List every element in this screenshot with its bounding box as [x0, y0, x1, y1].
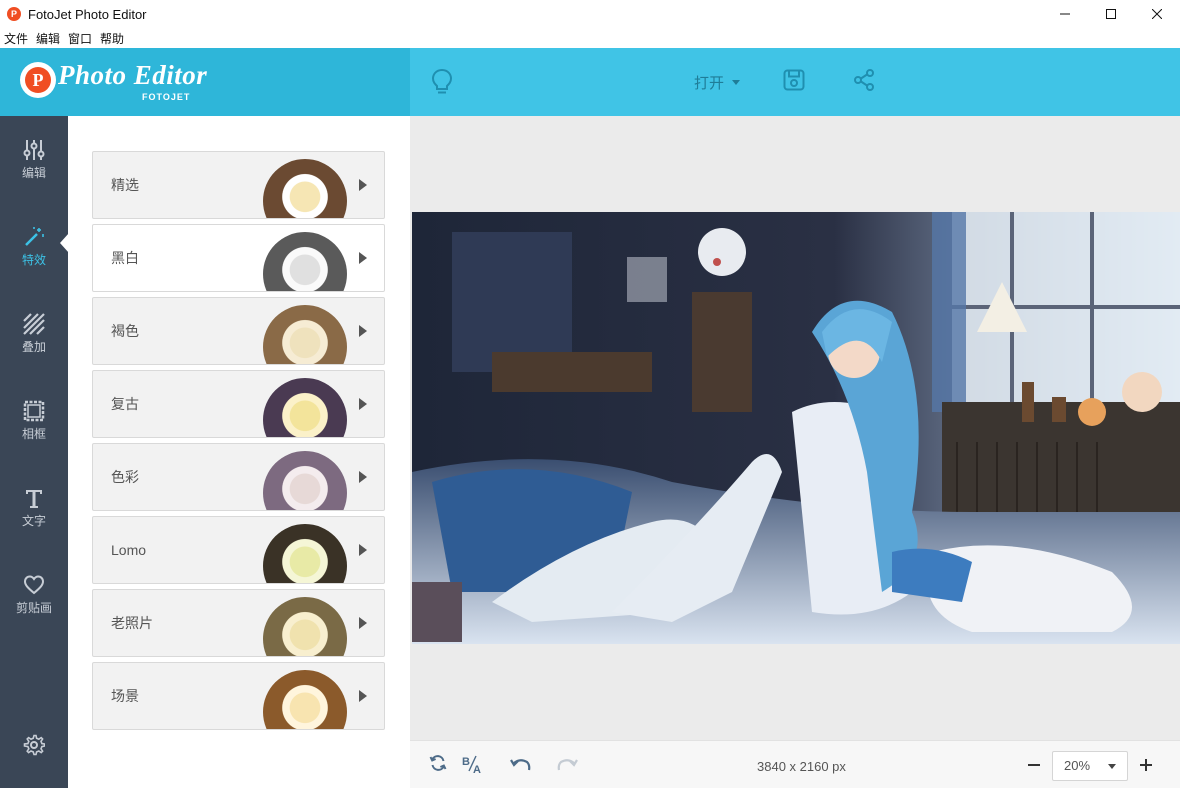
nav-label: 特效 — [21, 253, 46, 267]
logo-subtext: FOTOJET — [142, 92, 191, 102]
open-button[interactable]: 打开 — [694, 72, 741, 93]
filter-item[interactable]: 黑白 — [92, 224, 385, 292]
filter-label: 黑白 — [111, 250, 139, 266]
chevron-right-icon — [359, 471, 367, 483]
chevron-right-icon — [359, 690, 367, 702]
title-bar: P FotoJet Photo Editor — [0, 0, 1180, 28]
compare-before-after-icon[interactable]: BA — [462, 753, 484, 775]
minus-icon — [1028, 764, 1040, 766]
nav-label: 文字 — [21, 514, 46, 528]
sliders-icon — [23, 140, 45, 160]
filter-label: 复古 — [111, 396, 139, 412]
magic-wand-icon — [25, 227, 44, 246]
filter-thumbnail — [263, 305, 347, 364]
overlay-stripes-icon — [23, 313, 45, 335]
share-icon[interactable] — [852, 68, 876, 92]
filter-thumbnail — [263, 524, 347, 583]
app-icon: P — [7, 7, 21, 21]
text-icon — [26, 490, 42, 508]
nav-item-clipart[interactable]: 剪贴画 — [0, 565, 68, 625]
svg-text:A: A — [473, 764, 481, 774]
left-nav: 编辑 特效 叠加 相框 文字 剪贴画 — [0, 116, 69, 788]
minimize-button[interactable] — [1042, 0, 1088, 28]
photo-preview[interactable] — [412, 212, 1180, 644]
filter-thumbnail — [263, 670, 347, 729]
window-title: FotoJet Photo Editor — [28, 6, 147, 22]
undo-icon[interactable] — [508, 753, 532, 775]
chevron-down-icon — [1108, 764, 1116, 769]
plus-icon — [1140, 759, 1152, 771]
zoom-out-button[interactable] — [1026, 757, 1042, 773]
filter-label: 老照片 — [111, 615, 153, 631]
filter-label: 场景 — [111, 688, 139, 704]
menu-help[interactable]: 帮助 — [96, 30, 128, 47]
menu-bar: 文件 编辑 窗口 帮助 — [0, 28, 1180, 48]
filter-thumbnail — [263, 597, 347, 656]
filter-thumbnail — [263, 451, 347, 510]
image-dimensions: 3840 x 2160 px — [757, 759, 846, 774]
chevron-right-icon — [359, 252, 367, 264]
photo-image — [412, 212, 1180, 644]
filter-item[interactable]: 老照片 — [92, 589, 385, 657]
filter-label: Lomo — [111, 542, 147, 558]
zoom-in-button[interactable] — [1138, 757, 1154, 773]
chevron-right-icon — [359, 179, 367, 191]
nav-item-text[interactable]: 文字 — [0, 478, 68, 538]
nav-item-edit[interactable]: 编辑 — [0, 130, 68, 190]
logo-letter: P — [25, 67, 51, 93]
heart-icon — [23, 575, 45, 595]
settings-button[interactable] — [0, 715, 68, 775]
nav-item-overlay[interactable]: 叠加 — [0, 304, 68, 364]
zoom-select[interactable]: 20% — [1052, 751, 1128, 781]
filter-thumbnail — [263, 232, 347, 291]
filter-thumbnail — [263, 378, 347, 437]
save-icon[interactable] — [782, 68, 806, 92]
maximize-icon — [1106, 9, 1116, 19]
filter-item[interactable]: 色彩 — [92, 443, 385, 511]
bottom-bar: BA 3840 x 2160 px 20% — [410, 740, 1180, 788]
chevron-right-icon — [359, 544, 367, 556]
logo-badge: P — [20, 62, 56, 98]
toolbar: 打开 — [410, 48, 1180, 116]
canvas-area[interactable] — [410, 116, 1180, 740]
chevron-down-icon — [732, 79, 741, 85]
menu-file[interactable]: 文件 — [0, 30, 32, 47]
svg-text:B: B — [462, 756, 470, 768]
filter-item[interactable]: 精选 — [92, 151, 385, 219]
filter-label: 色彩 — [111, 469, 139, 485]
header-logo-area: P Photo Editor FOTOJET — [0, 48, 410, 116]
chevron-right-icon — [359, 398, 367, 410]
chevron-right-icon — [359, 325, 367, 337]
maximize-button[interactable] — [1088, 0, 1134, 28]
minimize-icon — [1060, 13, 1070, 15]
logo-text: Photo Editor — [58, 60, 208, 90]
filter-label: 精选 — [111, 177, 139, 193]
nav-label: 编辑 — [21, 166, 46, 180]
filter-thumbnail — [263, 159, 347, 218]
menu-edit[interactable]: 编辑 — [32, 30, 64, 47]
zoom-value: 20% — [1064, 758, 1091, 773]
frame-icon — [23, 400, 45, 422]
nav-item-effects[interactable]: 特效 — [0, 217, 68, 277]
gear-icon — [23, 734, 45, 756]
filter-item[interactable]: 场景 — [92, 662, 385, 730]
close-icon — [1152, 9, 1162, 19]
nav-label: 相框 — [21, 427, 46, 441]
redo-icon[interactable] — [556, 753, 580, 775]
filter-item[interactable]: 复古 — [92, 370, 385, 438]
filter-item[interactable]: 褐色 — [92, 297, 385, 365]
filter-panel: 精选 黑白 褐色 复古 色彩 Lomo 老照片 场景 — [68, 116, 410, 788]
open-label: 打开 — [694, 75, 725, 92]
filter-label: 褐色 — [111, 323, 139, 339]
nav-label: 叠加 — [21, 340, 46, 354]
nav-label: 剪贴画 — [15, 601, 52, 615]
lightbulb-icon[interactable] — [430, 68, 454, 96]
filter-item[interactable]: Lomo — [92, 516, 385, 584]
menu-window[interactable]: 窗口 — [64, 30, 96, 47]
rotate-icon[interactable] — [428, 753, 448, 773]
chevron-right-icon — [359, 617, 367, 629]
nav-item-frame[interactable]: 相框 — [0, 391, 68, 451]
window-controls — [1042, 0, 1180, 28]
close-button[interactable] — [1134, 0, 1180, 28]
